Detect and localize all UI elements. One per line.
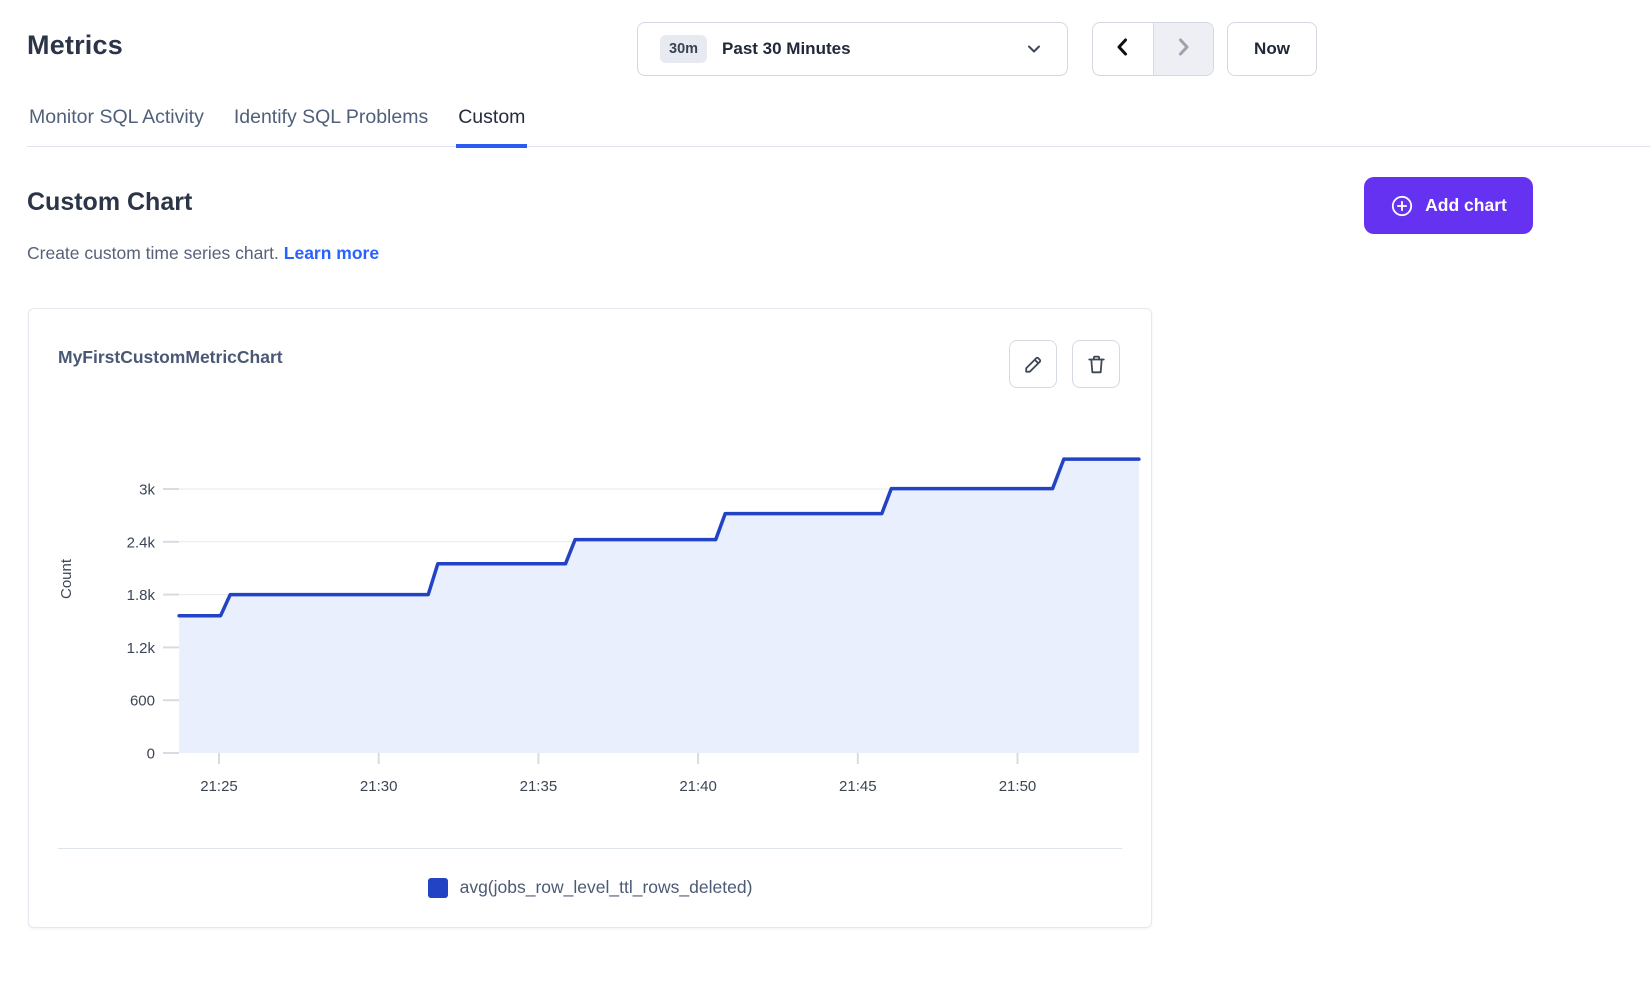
learn-more-link[interactable]: Learn more [284, 243, 379, 263]
time-range-label: Past 30 Minutes [722, 39, 851, 59]
legend-swatch [428, 878, 448, 898]
now-button[interactable]: Now [1227, 22, 1317, 76]
add-chart-label: Add chart [1425, 195, 1507, 216]
chart-legend[interactable]: avg(jobs_row_level_ttl_rows_deleted) [29, 877, 1151, 898]
plus-circle-icon [1390, 194, 1414, 218]
custom-chart-canvas: 0 600 1.2k 1.8k 2.4k 3k 21:25 21:30 21:35 21:40 21… [29, 411, 1153, 811]
svg-text:Count: Count [58, 558, 75, 599]
section-subtitle: Create custom time series chart. Learn m… [27, 243, 379, 264]
pencil-icon [1021, 352, 1046, 377]
metrics-tabs: Monitor SQL Activity Identify SQL Proble… [27, 106, 1650, 147]
page-title: Metrics [27, 30, 123, 61]
add-chart-button[interactable]: Add chart [1364, 177, 1533, 234]
time-nav-group [1092, 22, 1214, 76]
svg-text:3k: 3k [139, 482, 155, 499]
tab-custom[interactable]: Custom [456, 106, 527, 148]
legend-divider [58, 848, 1122, 849]
svg-text:1.2k: 1.2k [127, 640, 156, 657]
svg-text:21:30: 21:30 [360, 778, 398, 795]
section-subtitle-text: Create custom time series chart. [27, 243, 279, 263]
svg-text:1.8k: 1.8k [127, 587, 156, 604]
svg-text:21:35: 21:35 [520, 778, 558, 795]
trash-icon [1084, 352, 1109, 377]
time-range-dropdown[interactable]: 30m Past 30 Minutes [637, 22, 1068, 76]
svg-text:2.4k: 2.4k [127, 534, 156, 551]
chevron-down-icon [1025, 40, 1043, 58]
time-range-badge: 30m [660, 35, 707, 63]
legend-series-label: avg(jobs_row_level_ttl_rows_deleted) [460, 877, 753, 898]
svg-text:21:45: 21:45 [839, 778, 877, 795]
svg-text:600: 600 [130, 693, 155, 710]
delete-chart-button[interactable] [1072, 340, 1120, 388]
svg-text:21:40: 21:40 [679, 778, 717, 795]
svg-text:0: 0 [147, 746, 155, 763]
chevron-right-icon [1172, 36, 1194, 63]
svg-text:21:50: 21:50 [999, 778, 1037, 795]
tab-monitor-sql-activity[interactable]: Monitor SQL Activity [27, 106, 206, 148]
chart-card-title: MyFirstCustomMetricChart [58, 347, 283, 368]
prev-time-button[interactable] [1093, 23, 1153, 75]
chevron-left-icon [1112, 36, 1134, 63]
next-time-button[interactable] [1153, 23, 1213, 75]
edit-chart-button[interactable] [1009, 340, 1057, 388]
custom-metric-chart-card: MyFirstCustomMetricChart 0 600 1.2k 1.8k 2.4… [28, 308, 1152, 928]
section-title: Custom Chart [27, 188, 192, 217]
svg-text:21:25: 21:25 [200, 778, 238, 795]
tab-identify-sql-problems[interactable]: Identify SQL Problems [232, 106, 430, 148]
